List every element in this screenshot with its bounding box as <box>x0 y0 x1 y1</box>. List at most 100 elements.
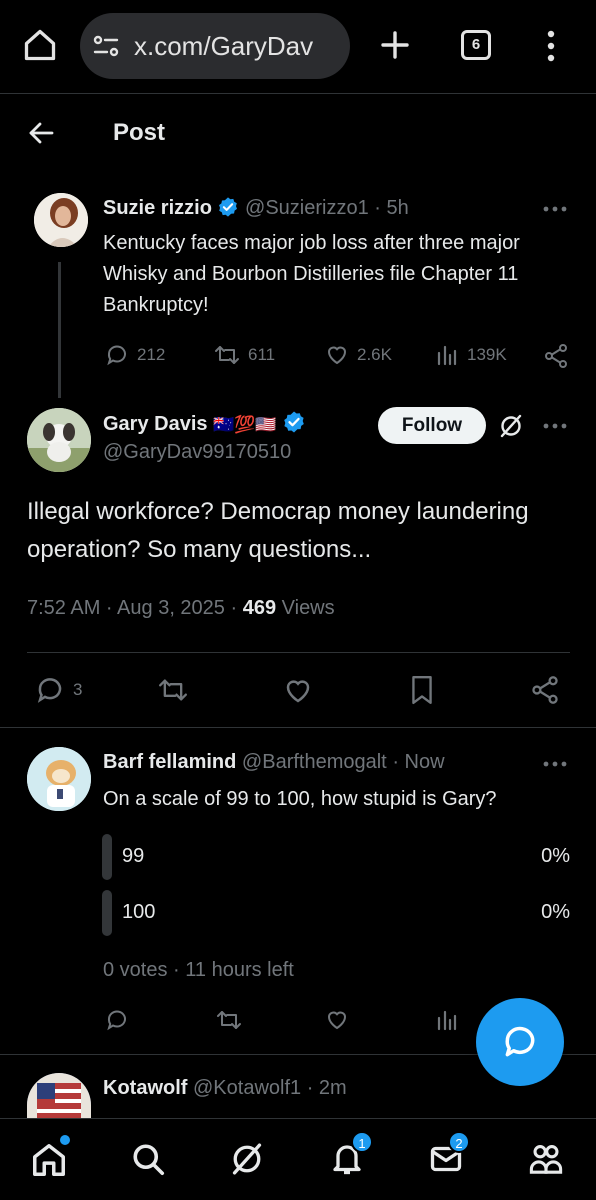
new-tab-icon[interactable] <box>380 30 410 60</box>
browser-toolbar: x.com/GaryDav 6 <box>0 0 596 94</box>
heart-icon <box>327 346 347 365</box>
views-button[interactable]: 139K <box>435 343 507 367</box>
reply-icon <box>37 678 62 703</box>
post-header: Post <box>0 94 596 174</box>
bookmark-icon <box>412 675 432 705</box>
tweet-time[interactable]: · Now <box>392 751 444 773</box>
reply-tweet-text: On a scale of 99 to 100, how stupid is G… <box>103 788 497 810</box>
poll-option-percent: 0% <box>541 845 570 867</box>
next-tweet-header: Kotawolf @Kotawolf1 · 2m <box>103 1077 347 1100</box>
back-arrow-icon[interactable] <box>28 121 54 145</box>
repost-button[interactable] <box>216 1008 242 1032</box>
reply-count: 212 <box>137 345 166 364</box>
share-button[interactable] <box>543 343 569 369</box>
repost-icon <box>217 1011 241 1029</box>
unread-dot <box>60 1135 70 1145</box>
views-count: 469 <box>242 597 277 619</box>
verified-badge-icon <box>217 196 239 218</box>
search-icon[interactable] <box>130 1141 166 1177</box>
divider <box>27 652 570 653</box>
views-icon <box>437 1010 457 1031</box>
bookmark-button[interactable] <box>409 675 435 705</box>
author-handle[interactable]: @Kotawolf1 <box>193 1077 301 1099</box>
tab-switcher-button[interactable]: 6 <box>461 30 491 60</box>
view-count: 139K <box>467 345 507 364</box>
tweet-time[interactable]: · 5h <box>374 197 408 219</box>
author-handle[interactable]: @Suzierizzo1 <box>245 197 369 219</box>
messages-icon[interactable]: 2 <box>428 1131 470 1177</box>
like-button[interactable]: 2.6K <box>325 343 392 367</box>
url-text: x.com/GaryDav <box>134 31 314 61</box>
divider <box>0 727 596 728</box>
like-button[interactable] <box>283 676 313 706</box>
more-options-icon[interactable] <box>543 423 567 429</box>
poll-bar <box>102 834 112 880</box>
main-tweet-text: Illegal workforce? Democrap money launde… <box>27 498 529 563</box>
author-name[interactable]: Gary Davis <box>103 413 208 435</box>
site-settings-icon[interactable] <box>92 33 120 59</box>
share-button[interactable] <box>530 675 560 705</box>
home-icon[interactable] <box>22 27 58 63</box>
bottom-navigation: 1 2 <box>0 1118 596 1200</box>
avatar-gary[interactable] <box>27 408 91 472</box>
poll-option-percent: 0% <box>541 901 570 923</box>
poll-option[interactable]: 100 0% <box>102 890 572 936</box>
more-options-icon[interactable] <box>543 206 567 212</box>
repost-button[interactable]: 611 <box>214 343 275 367</box>
share-icon <box>532 676 558 704</box>
tweet-timestamp[interactable]: 7:52 AM · Aug 3, 2025 · <box>27 597 237 619</box>
notifications-badge: 1 <box>351 1131 373 1153</box>
grok-icon[interactable] <box>498 413 524 439</box>
poll-option-label: 100 <box>122 901 156 923</box>
like-count: 2.6K <box>357 345 392 364</box>
poll-option-label: 99 <box>122 845 145 867</box>
author-name[interactable]: Kotawolf <box>103 1077 187 1099</box>
views-label: Views <box>281 597 335 619</box>
tweet-timestamp-row: 7:52 AM · Aug 3, 2025 · 469 Views <box>27 597 335 620</box>
reply-icon <box>107 1010 126 1031</box>
page-title: Post <box>113 119 166 146</box>
parent-tweet-text: Kentucky faces major job loss after thre… <box>103 232 520 316</box>
poll-bar <box>102 890 112 936</box>
views-button[interactable] <box>435 1008 459 1032</box>
reply-icon <box>107 345 126 366</box>
compose-reply-button[interactable] <box>476 998 564 1086</box>
notifications-icon[interactable]: 1 <box>329 1131 373 1177</box>
chat-bubble-icon <box>505 1026 535 1057</box>
repost-icon <box>215 346 239 364</box>
reply-button[interactable]: 212 <box>105 343 165 367</box>
reply-button[interactable] <box>105 1008 129 1032</box>
reply-tweet-header: Barf fellamind @Barfthemogalt · Now <box>103 751 445 774</box>
more-options-icon[interactable] <box>543 761 567 767</box>
poll-option[interactable]: 99 0% <box>102 834 572 880</box>
home-icon[interactable] <box>30 1135 70 1179</box>
reply-button[interactable]: 3 <box>35 675 82 705</box>
repost-count: 611 <box>248 345 276 364</box>
thread-connector <box>58 262 61 398</box>
main-tweet-header: Gary Davis 🇦🇺💯🇺🇸 <box>103 410 306 436</box>
heart-icon <box>327 1011 347 1030</box>
author-handle[interactable]: @GaryDav99170510 <box>103 441 291 464</box>
repost-icon <box>159 679 187 701</box>
communities-icon[interactable] <box>527 1141 565 1177</box>
grok-icon[interactable] <box>229 1141 265 1177</box>
author-handle[interactable]: @Barfthemogalt <box>242 751 387 773</box>
flag-emojis: 🇦🇺💯🇺🇸 <box>213 415 277 434</box>
share-icon <box>545 344 567 368</box>
avatar-kotawolf[interactable] <box>27 1073 91 1118</box>
views-icon <box>437 345 457 366</box>
reply-count: 3 <box>73 680 83 699</box>
avatar-barf[interactable] <box>27 747 91 811</box>
messages-badge: 2 <box>448 1131 470 1153</box>
follow-button[interactable]: Follow <box>378 407 486 444</box>
verified-badge-icon <box>282 410 306 434</box>
address-bar[interactable]: x.com/GaryDav <box>80 13 350 79</box>
author-name[interactable]: Barf fellamind <box>103 751 236 773</box>
author-name[interactable]: Suzie rizzio <box>103 197 212 219</box>
tweet-time[interactable]: · 2m <box>307 1077 347 1099</box>
browser-menu-icon[interactable] <box>546 30 556 62</box>
parent-tweet-header: Suzie rizzio @Suzierizzo1 · 5h <box>103 196 409 220</box>
like-button[interactable] <box>325 1008 349 1032</box>
avatar-suzie[interactable] <box>34 193 88 247</box>
repost-button[interactable] <box>157 676 189 704</box>
